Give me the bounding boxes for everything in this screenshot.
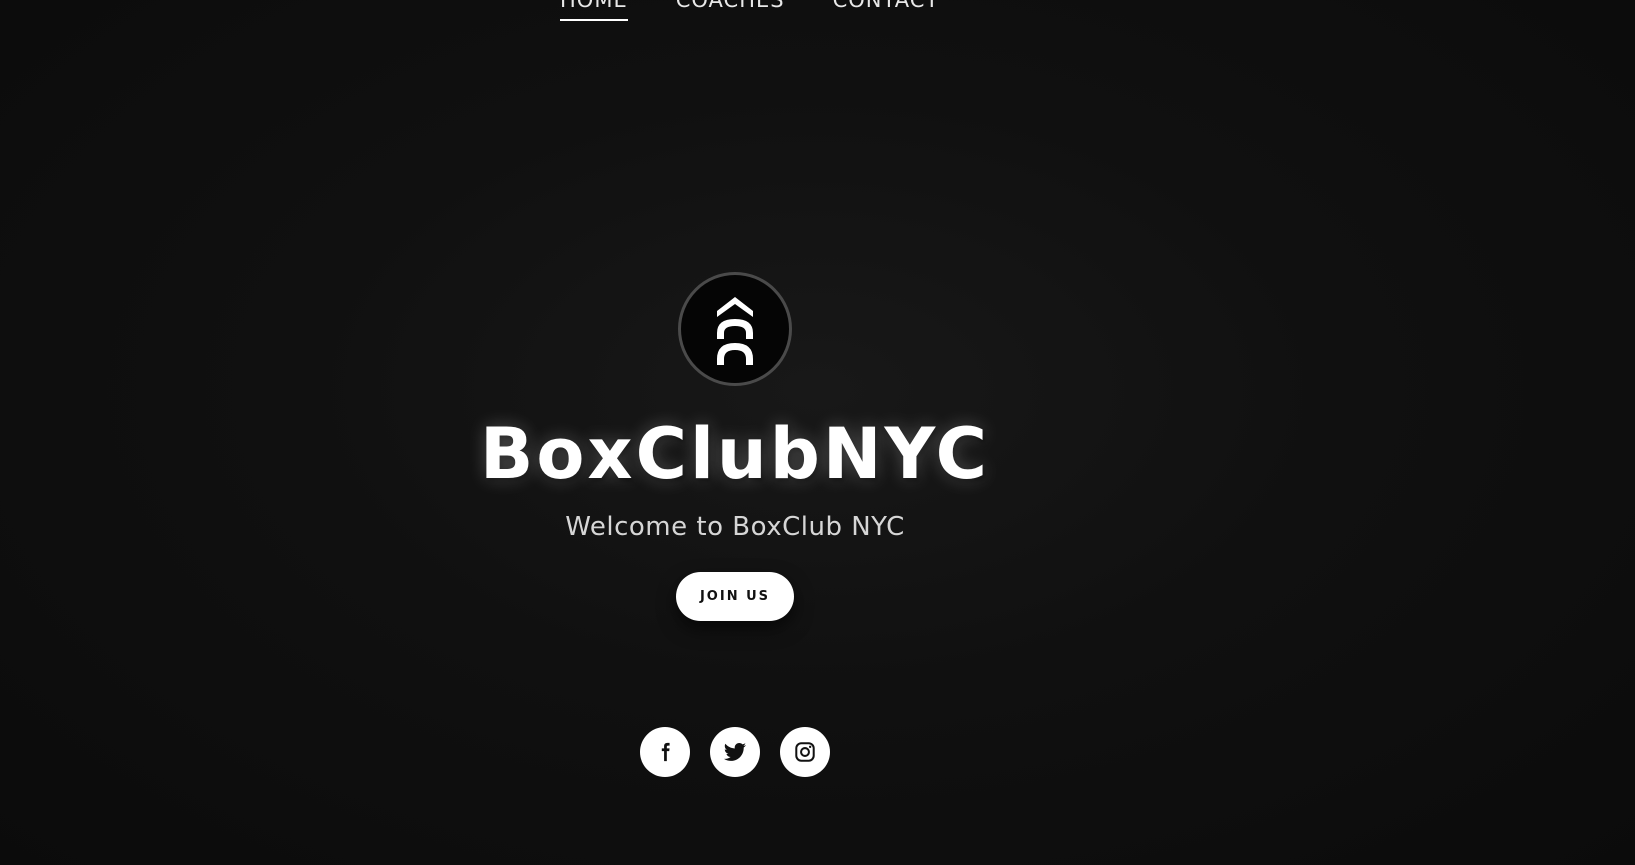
hero-tagline: Welcome to BoxClub NYC — [565, 512, 905, 542]
facebook-link[interactable] — [640, 727, 690, 777]
social-links — [640, 727, 830, 777]
hero-section: BoxClubNYC Welcome to BoxClub NYC JOIN U… — [0, 272, 1470, 777]
twitter-link[interactable] — [710, 727, 760, 777]
instagram-link[interactable] — [780, 727, 830, 777]
join-us-button[interactable]: JOIN US — [676, 572, 794, 621]
brand-logo — [678, 272, 792, 386]
boxclub-logo-icon — [717, 297, 753, 365]
facebook-icon — [661, 742, 670, 762]
nav-item-coaches[interactable]: COACHES — [676, 0, 785, 18]
nav-item-contact[interactable]: CONTACT — [833, 0, 940, 18]
twitter-icon — [724, 743, 746, 761]
instagram-icon — [795, 742, 815, 762]
nav-item-home[interactable]: HOME — [560, 0, 628, 21]
main-nav: HOME COACHES CONTACT — [560, 0, 940, 21]
brand-title: BoxClubNYC — [479, 413, 991, 495]
